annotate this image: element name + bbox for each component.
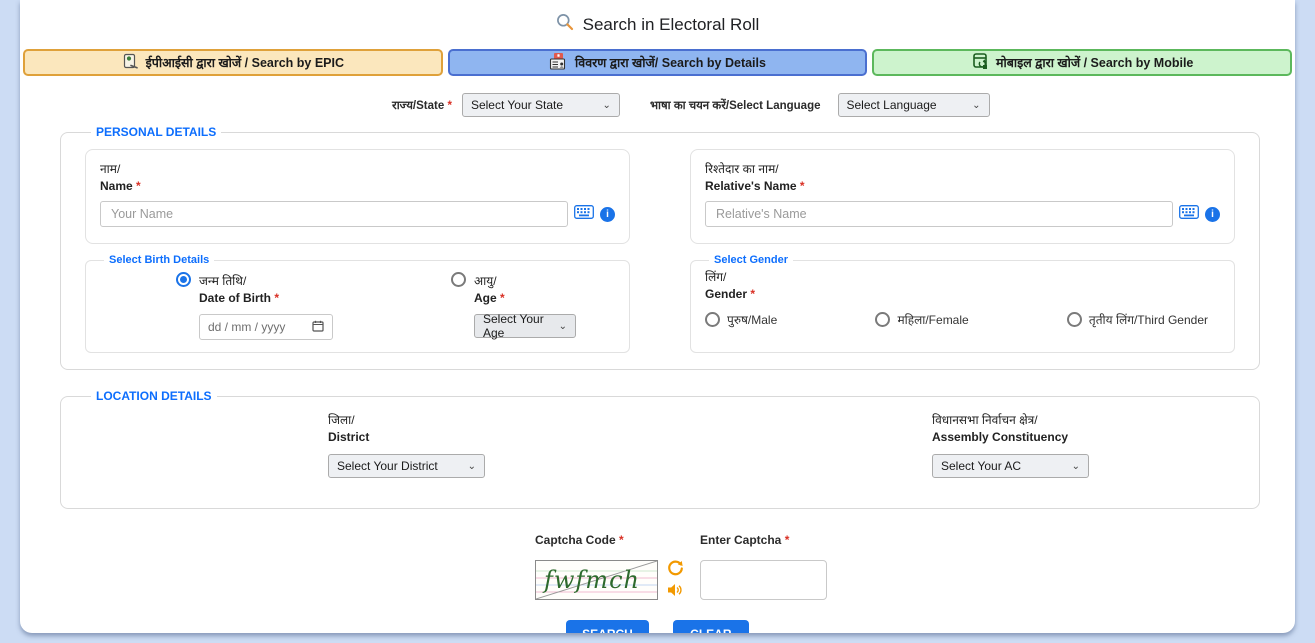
dob-label-hindi: जन्म तिथि/: [199, 272, 279, 289]
personal-details-legend: PERSONAL DETAILS: [91, 125, 221, 139]
chevron-down-icon: ⌄: [603, 100, 611, 111]
male-radio[interactable]: [705, 312, 720, 327]
captcha-image: fwfmch: [535, 560, 658, 600]
details-card-icon: [549, 52, 568, 74]
captcha-audio-icon[interactable]: [667, 583, 683, 600]
state-select-value: Select Your State: [471, 98, 563, 112]
captcha-refresh-icon[interactable]: [667, 560, 684, 580]
gender-section: Select Gender लिंग/ Gender * पुरुष/Male …: [690, 254, 1235, 353]
captcha-code-label: Captcha Code *: [535, 533, 700, 547]
date-of-birth-input[interactable]: dd / mm / yyyy: [199, 314, 333, 340]
required-asterisk: *: [274, 291, 279, 305]
required-asterisk: *: [447, 100, 451, 112]
tab-label: विवरण द्वारा खोजें/ Search by Details: [575, 54, 766, 71]
action-buttons: SEARCH CLEAR: [20, 620, 1295, 633]
district-label-hindi: जिला/: [328, 411, 485, 428]
search-icon: [556, 13, 574, 36]
male-label: पुरुष/Male: [727, 311, 777, 328]
required-asterisk: *: [619, 533, 624, 547]
ac-label: Assembly Constituency: [932, 430, 1089, 444]
page-header: Search in Electoral Roll: [20, 0, 1295, 36]
gender-label-hindi: लिंग/: [705, 268, 1222, 285]
tab-label: मोबाइल द्वारा खोजें / Search by Mobile: [996, 54, 1193, 71]
age-select-value: Select Your Age: [483, 312, 559, 340]
state-select[interactable]: Select Your State ⌄: [462, 93, 620, 117]
age-label-hindi: आयु/: [474, 272, 505, 289]
gender-option-male[interactable]: पुरुष/Male: [705, 311, 777, 328]
location-details-section: LOCATION DETAILS जिला/ District Select Y…: [60, 389, 1260, 509]
gender-option-female[interactable]: महिला/Female: [875, 311, 968, 328]
required-asterisk: *: [500, 291, 505, 305]
ac-label-hindi: विधानसभा निर्वाचन क्षेत्र/: [932, 411, 1089, 428]
chevron-down-icon: ⌄: [972, 100, 980, 111]
relative-name-field-box: रिश्तेदार का नाम/ Relative's Name *: [690, 149, 1235, 244]
birth-details-legend: Select Birth Details: [104, 254, 214, 266]
location-details-legend: LOCATION DETAILS: [91, 389, 217, 403]
female-label: महिला/Female: [897, 311, 968, 328]
tab-search-by-details[interactable]: विवरण द्वारा खोजें/ Search by Details: [448, 49, 868, 76]
clear-button[interactable]: CLEAR: [673, 620, 749, 633]
name-label: Name *: [100, 179, 615, 193]
tab-search-by-epic[interactable]: ईपीआईसी द्वारा खोजें / Search by EPIC: [23, 49, 443, 76]
search-mode-tabs: ईपीआईसी द्वारा खोजें / Search by EPIC वि…: [23, 49, 1292, 76]
calendar-icon[interactable]: [312, 320, 324, 335]
name-input[interactable]: [100, 201, 568, 227]
mobile-icon: [971, 52, 989, 73]
district-label: District: [328, 430, 485, 444]
name-label-hindi: नाम/: [100, 160, 615, 177]
chevron-down-icon: ⌄: [468, 461, 476, 472]
chevron-down-icon: ⌄: [1072, 461, 1080, 472]
captcha-code-text: fwfmch: [542, 566, 640, 594]
main-panel: Search in Electoral Roll ईपीआईसी द्वारा …: [20, 0, 1295, 633]
ac-select-value: Select Your AC: [941, 459, 1021, 473]
search-button[interactable]: SEARCH: [566, 620, 649, 633]
captcha-section: Captcha Code * Enter Captcha * fwfmch: [535, 533, 1295, 600]
required-asterisk: *: [800, 179, 805, 193]
language-select-value: Select Language: [847, 98, 937, 112]
required-asterisk: *: [136, 179, 141, 193]
birth-details-section: Select Birth Details जन्म तिथि/ Date of …: [85, 254, 630, 353]
gender-legend: Select Gender: [709, 254, 793, 266]
language-select[interactable]: Select Language ⌄: [838, 93, 990, 117]
third-gender-label: तृतीय लिंग/Third Gender: [1089, 311, 1208, 328]
age-select[interactable]: Select Your Age ⌄: [474, 314, 576, 338]
district-select[interactable]: Select Your District ⌄: [328, 454, 485, 478]
state-language-row: राज्य/State * Select Your State ⌄ भाषा क…: [392, 93, 1295, 117]
assembly-constituency-select[interactable]: Select Your AC ⌄: [932, 454, 1089, 478]
gender-label: Gender *: [705, 287, 1222, 301]
captcha-input[interactable]: [700, 560, 827, 600]
tab-label: ईपीआईसी द्वारा खोजें / Search by EPIC: [146, 54, 344, 71]
district-select-value: Select Your District: [337, 459, 438, 473]
required-asterisk: *: [785, 533, 790, 547]
info-icon[interactable]: i: [600, 207, 615, 222]
required-asterisk: *: [750, 287, 755, 301]
gender-option-third-gender[interactable]: तृतीय लिंग/Third Gender: [1067, 311, 1208, 328]
name-field-box: नाम/ Name *: [85, 149, 630, 244]
tab-search-by-mobile[interactable]: मोबाइल द्वारा खोजें / Search by Mobile: [872, 49, 1292, 76]
relative-label: Relative's Name *: [705, 179, 1220, 193]
relative-name-input[interactable]: [705, 201, 1173, 227]
keyboard-icon[interactable]: [574, 205, 594, 224]
female-radio[interactable]: [875, 312, 890, 327]
info-icon[interactable]: i: [1205, 207, 1220, 222]
personal-details-section: PERSONAL DETAILS नाम/ Name *: [60, 125, 1260, 370]
third-gender-radio[interactable]: [1067, 312, 1082, 327]
language-label: भाषा का चयन करें/Select Language: [650, 98, 821, 113]
chevron-down-icon: ⌄: [559, 321, 567, 332]
age-label: Age *: [474, 291, 505, 305]
enter-captcha-label: Enter Captcha *: [700, 533, 789, 547]
dob-radio[interactable]: [176, 272, 191, 287]
date-placeholder: dd / mm / yyyy: [208, 320, 285, 334]
keyboard-icon[interactable]: [1179, 205, 1199, 224]
dob-label: Date of Birth *: [199, 291, 279, 305]
relative-label-hindi: रिश्तेदार का नाम/: [705, 160, 1220, 177]
epic-card-icon: [122, 53, 139, 73]
age-radio[interactable]: [451, 272, 466, 287]
page-title: Search in Electoral Roll: [583, 15, 760, 35]
state-label: राज्य/State *: [392, 98, 452, 113]
